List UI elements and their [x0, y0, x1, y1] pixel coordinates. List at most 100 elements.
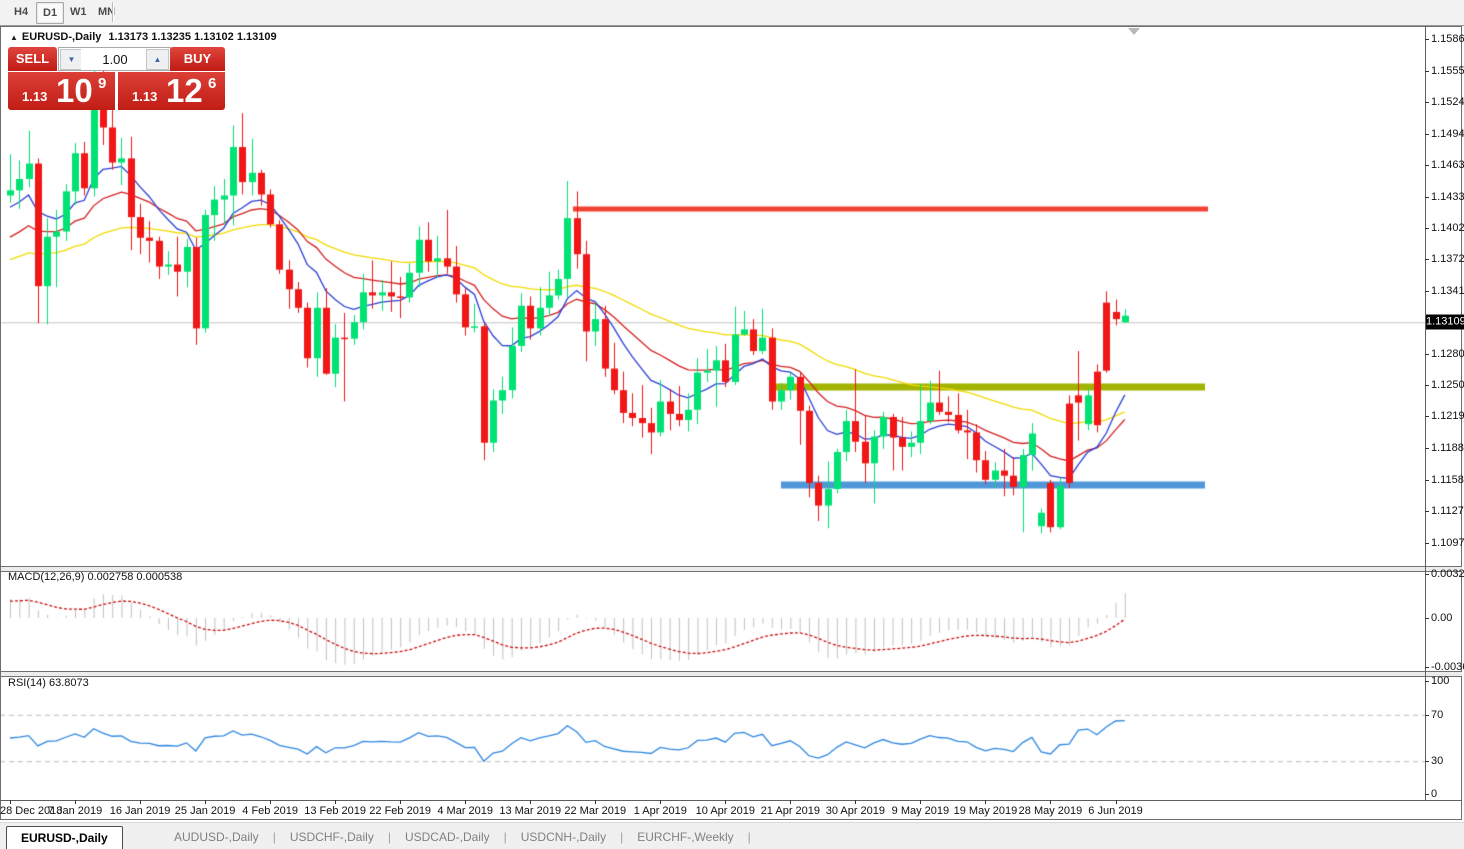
price-axis-tick — [1425, 416, 1429, 417]
date-axis-label: 28 May 2019 — [1019, 805, 1083, 817]
date-axis-tick — [855, 800, 856, 804]
date-axis-tick — [725, 800, 726, 804]
rsi-axis-tick — [1425, 794, 1429, 795]
scroll-to-end-marker-icon[interactable] — [1128, 28, 1140, 35]
price-axis-tick — [1425, 102, 1429, 103]
date-axis-tick — [1050, 800, 1051, 804]
buy-price-point: 6 — [208, 75, 216, 92]
price-axis-label: 1.14025 — [1431, 222, 1464, 234]
date-axis-tick — [595, 800, 596, 804]
volume-decrease-button[interactable]: ▼ — [60, 49, 83, 70]
macd-axis-label: 0.003287 — [1431, 568, 1464, 580]
tab-usdcnh-daily[interactable]: USDCNH-,Daily — [507, 826, 620, 849]
timeframe-button-mn[interactable]: MN — [92, 2, 121, 22]
toolbar-separator — [112, 2, 114, 22]
date-axis-tick — [790, 800, 791, 804]
macd-axis-tick — [1425, 574, 1429, 575]
price-axis-label: 1.15550 — [1431, 65, 1464, 77]
buy-button[interactable]: BUY — [170, 47, 225, 71]
one-click-trade-widget: SELL ▼ ▲ BUY 1.13 10 9 1.13 12 6 — [8, 47, 225, 110]
buy-price-panel[interactable]: 1.13 12 6 — [118, 72, 225, 110]
price-axis-separator — [1425, 26, 1426, 800]
sell-button[interactable]: SELL — [8, 47, 57, 71]
price-axis-label: 1.11580 — [1431, 474, 1464, 486]
date-axis-line — [0, 800, 1462, 801]
timeframe-button-h4[interactable]: H4 — [8, 2, 34, 22]
price-axis-tick — [1425, 385, 1429, 386]
date-axis-tick — [530, 800, 531, 804]
rsi-axis-label: 100 — [1431, 675, 1449, 687]
rsi-panel-separator[interactable] — [1, 671, 1462, 677]
sell-price-point: 9 — [98, 75, 106, 92]
date-axis-tick — [205, 800, 206, 804]
macd-axis-label: 0.00 — [1431, 612, 1452, 624]
tab-usdcad-daily[interactable]: USDCAD-,Daily — [391, 826, 504, 849]
sell-price-major: 1.13 — [22, 89, 47, 104]
price-axis-label: 1.11275 — [1431, 505, 1464, 517]
timeframe-button-d1[interactable]: D1 — [36, 2, 64, 24]
rsi-axis-tick — [1425, 715, 1429, 716]
macd-axis-tick — [1425, 667, 1429, 668]
price-axis-tick — [1425, 480, 1429, 481]
price-axis-tick — [1425, 448, 1429, 449]
date-axis-label: 4 Feb 2019 — [242, 805, 298, 817]
date-axis-label: 13 Mar 2019 — [499, 805, 561, 817]
chart-title: ▲EURUSD-,Daily1.13173 1.13235 1.13102 1.… — [10, 31, 277, 43]
price-axis-tick — [1425, 228, 1429, 229]
price-axis-tick — [1425, 354, 1429, 355]
date-axis-tick — [985, 800, 986, 804]
price-axis-label: 1.13415 — [1431, 285, 1464, 297]
macd-axis-tick — [1425, 618, 1429, 619]
sell-price-panel[interactable]: 1.13 10 9 — [8, 72, 115, 110]
price-axis-label: 1.14635 — [1431, 159, 1464, 171]
collapse-triangle-icon[interactable]: ▲ — [10, 33, 18, 42]
price-axis-label: 1.15245 — [1431, 96, 1464, 108]
timeframe-button-w1[interactable]: W1 — [64, 2, 93, 22]
date-axis-label: 7 Jan 2019 — [48, 805, 102, 817]
date-axis-tick — [465, 800, 466, 804]
date-axis-label: 6 Jun 2019 — [1088, 805, 1142, 817]
rsi-indicator-label: RSI(14) 63.8073 — [8, 677, 89, 689]
buy-price-pips: 12 — [166, 72, 203, 110]
price-axis-tick — [1425, 165, 1429, 166]
volume-increase-button[interactable]: ▲ — [146, 49, 169, 70]
volume-input[interactable] — [81, 48, 149, 70]
current-price-badge: 1.13109 — [1426, 315, 1464, 330]
buy-price-major: 1.13 — [132, 89, 157, 104]
price-axis-label: 1.14940 — [1431, 128, 1464, 140]
tab-usdchf-daily[interactable]: USDCHF-,Daily — [276, 826, 388, 849]
price-axis-tick — [1425, 291, 1429, 292]
price-axis-label: 1.11885 — [1431, 442, 1464, 454]
price-axis-tick — [1425, 259, 1429, 260]
date-axis-label: 9 May 2019 — [892, 805, 949, 817]
price-axis-tick — [1425, 543, 1429, 544]
sell-price-pips: 10 — [56, 72, 93, 110]
timeframe-toolbar: H4D1W1MN — [0, 0, 1464, 26]
price-chart-canvas[interactable] — [0, 26, 1464, 800]
date-axis-tick — [140, 800, 141, 804]
date-axis-label: 4 Mar 2019 — [437, 805, 493, 817]
price-axis-tick — [1425, 197, 1429, 198]
price-axis-label: 1.14330 — [1431, 191, 1464, 203]
date-axis-tick — [75, 800, 76, 804]
date-axis-label: 13 Feb 2019 — [304, 805, 366, 817]
date-axis-tick — [400, 800, 401, 804]
price-axis-label: 1.12805 — [1431, 348, 1464, 360]
ohlc-values: 1.13173 1.13235 1.13102 1.13109 — [108, 31, 276, 43]
date-axis-label: 1 Apr 2019 — [634, 805, 687, 817]
macd-panel-separator[interactable] — [1, 566, 1462, 572]
rsi-axis-label: 30 — [1431, 755, 1443, 767]
tab-eurchf-weekly[interactable]: EURCHF-,Weekly — [623, 826, 747, 849]
date-axis-label: 30 Apr 2019 — [826, 805, 885, 817]
date-axis-tick — [270, 800, 271, 804]
date-axis-tick — [660, 800, 661, 804]
date-axis-tick — [1116, 800, 1117, 804]
rsi-axis-label: 70 — [1431, 709, 1443, 721]
price-axis-label: 1.13720 — [1431, 253, 1464, 265]
date-axis-tick — [335, 800, 336, 804]
tab-eurusd-daily[interactable]: EURUSD-,Daily — [6, 826, 123, 849]
date-axis-tick — [920, 800, 921, 804]
date-axis-label: 19 May 2019 — [954, 805, 1018, 817]
tab-audusd-daily[interactable]: AUDUSD-,Daily — [160, 826, 273, 849]
date-axis-label: 22 Feb 2019 — [369, 805, 431, 817]
